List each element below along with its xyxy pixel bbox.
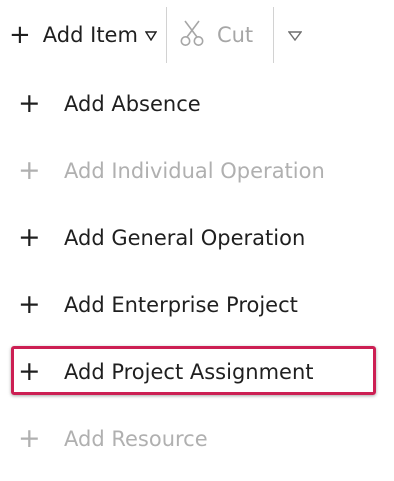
menu-item-label: Add Enterprise Project (64, 292, 298, 317)
menu-item-add-enterprise-project[interactable]: + Add Enterprise Project (0, 271, 394, 338)
plus-icon: + (18, 423, 41, 454)
plus-icon: + (18, 356, 41, 387)
menu-item-label: Add Absence (64, 91, 201, 116)
plus-icon: + (18, 222, 41, 253)
menu-item-label: Add Individual Operation (64, 158, 325, 183)
menu-item-add-absence[interactable]: + Add Absence (0, 70, 394, 137)
menu-item-add-individual-operation: + Add Individual Operation (0, 137, 394, 204)
menu-item-label: Add Resource (64, 426, 208, 451)
menu-item-label: Add Project Assignment (64, 359, 314, 384)
scissors-icon (179, 19, 205, 51)
menu-item-label: Add General Operation (64, 225, 306, 250)
add-item-menu: + Add Absence + Add Individual Operation… (0, 70, 394, 472)
menu-item-add-project-assignment[interactable]: + Add Project Assignment (0, 338, 394, 405)
add-item-label: Add Item (42, 23, 138, 47)
plus-icon: + (18, 155, 41, 186)
command-toolbar: + Add Item Cut (0, 0, 394, 70)
add-item-button[interactable]: + Add Item (0, 7, 166, 63)
cut-button[interactable]: Cut (167, 7, 273, 63)
caret-down-icon (287, 26, 303, 45)
plus-icon: + (18, 88, 41, 119)
more-commands-button[interactable] (274, 7, 312, 63)
cut-label: Cut (216, 23, 254, 47)
caret-down-icon (144, 26, 158, 45)
menu-item-add-resource: + Add Resource (0, 405, 394, 472)
plus-icon: + (9, 20, 31, 50)
menu-item-add-general-operation[interactable]: + Add General Operation (0, 204, 394, 271)
plus-icon: + (18, 289, 41, 320)
